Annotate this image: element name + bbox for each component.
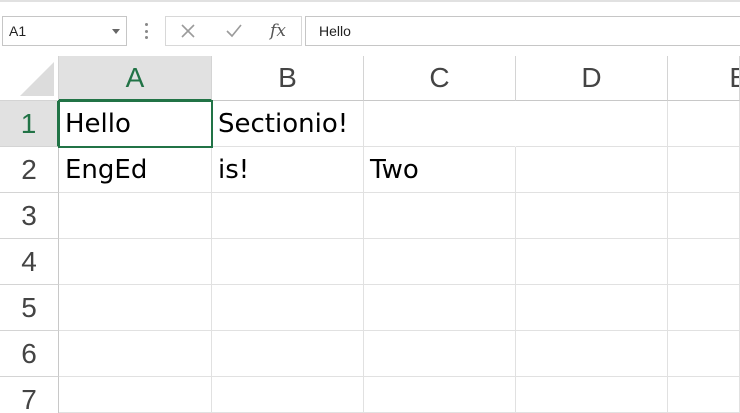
row-label: 4 (21, 245, 37, 277)
cell-b7[interactable] (212, 377, 364, 413)
cell-c3[interactable] (364, 193, 516, 239)
column-header-b[interactable]: B (212, 56, 364, 101)
cell-a2[interactable]: EngEd (59, 147, 212, 193)
row-header-2[interactable]: 2 (0, 147, 59, 193)
cell-d3[interactable] (516, 193, 668, 239)
formula-bar: A1 fx Hello (0, 2, 740, 56)
row-label: 7 (21, 383, 37, 413)
cell-b2[interactable]: is! (212, 147, 364, 193)
cell-e2[interactable] (668, 147, 740, 193)
row-header-1[interactable]: 1 (0, 101, 59, 147)
formula-value: Hello (319, 23, 351, 39)
column-header-e[interactable]: E (668, 56, 740, 101)
row-header-7[interactable]: 7 (0, 377, 59, 413)
formula-input[interactable]: Hello (305, 16, 740, 46)
row-label: 3 (21, 199, 37, 231)
cell-e1[interactable] (668, 101, 740, 147)
cell-c4[interactable] (364, 239, 516, 285)
cell-value: EngEd (65, 154, 148, 185)
cell-d5[interactable] (516, 285, 668, 331)
cell-c5[interactable] (364, 285, 516, 331)
cell-e5[interactable] (668, 285, 740, 331)
column-label: A (125, 61, 145, 93)
cell-c1[interactable] (364, 101, 516, 147)
row-header-5[interactable]: 5 (0, 285, 59, 331)
cell-e3[interactable] (668, 193, 740, 239)
chevron-down-icon[interactable] (112, 29, 120, 34)
column-label: D (581, 62, 602, 93)
grip-icon[interactable] (145, 23, 148, 39)
spreadsheet-window: A1 fx Hello A B C D 1 2 3 4 5 6 7 Hello … (0, 0, 740, 413)
cell-d4[interactable] (516, 239, 668, 285)
column-label: E (729, 62, 739, 94)
row-label: 1 (20, 107, 37, 139)
name-box-value: A1 (9, 23, 27, 39)
column-header-c[interactable]: C (364, 56, 516, 101)
column-label: B (278, 62, 297, 93)
cell-d2[interactable] (516, 147, 668, 193)
cell-value: Hello (65, 108, 131, 139)
cell-a4[interactable] (59, 239, 212, 285)
column-header-d[interactable]: D (516, 56, 668, 101)
cell-b5[interactable] (212, 285, 364, 331)
cell-e6[interactable] (668, 331, 740, 377)
cell-a5[interactable] (59, 285, 212, 331)
cell-value: Two (370, 154, 419, 185)
cell-c6[interactable] (364, 331, 516, 377)
row-label: 2 (21, 153, 37, 185)
cell-a1[interactable]: Hello (59, 101, 212, 147)
enter-button[interactable] (214, 17, 254, 45)
cell-d7[interactable] (516, 377, 668, 413)
cell-b6[interactable] (212, 331, 364, 377)
row-header-3[interactable]: 3 (0, 193, 59, 239)
cell-d6[interactable] (516, 331, 668, 377)
column-header-a[interactable]: A (59, 56, 212, 101)
cell-b1[interactable]: Sectionio! (212, 101, 364, 147)
row-header-4[interactable]: 4 (0, 239, 59, 285)
cell-d1[interactable] (516, 101, 668, 147)
row-label: 6 (21, 337, 37, 369)
select-all-button[interactable] (0, 56, 59, 101)
select-all-icon (20, 62, 54, 96)
cell-value: Sectionio! (218, 108, 349, 139)
cell-a7[interactable] (59, 377, 212, 413)
cell-c2[interactable]: Two (364, 147, 516, 193)
name-box[interactable]: A1 (2, 16, 127, 46)
checkmark-icon (226, 24, 242, 38)
fx-icon: fx (270, 21, 286, 41)
column-label: C (429, 62, 450, 93)
cell-a6[interactable] (59, 331, 212, 377)
formula-buttons: fx (165, 16, 302, 46)
cell-value: is! (218, 154, 250, 185)
cell-c7[interactable] (364, 377, 516, 413)
row-header-6[interactable]: 6 (0, 331, 59, 377)
cell-b3[interactable] (212, 193, 364, 239)
close-icon (181, 24, 195, 38)
cell-e4[interactable] (668, 239, 740, 285)
insert-function-button[interactable]: fx (258, 17, 298, 45)
worksheet-grid: A B C D E 1 2 3 4 5 6 7 (0, 56, 740, 413)
cell-e7[interactable] (668, 377, 740, 413)
row-label: 5 (21, 291, 37, 323)
cell-a3[interactable] (59, 193, 212, 239)
cell-b4[interactable] (212, 239, 364, 285)
cancel-button[interactable] (168, 17, 208, 45)
